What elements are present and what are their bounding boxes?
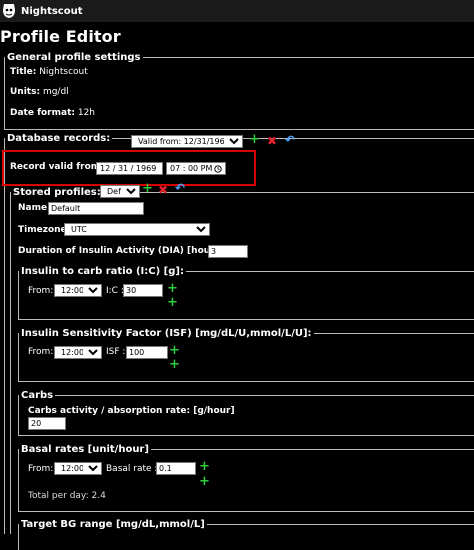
undo-record-icon[interactable]: ↶: [285, 134, 295, 146]
highlight-box: [2, 150, 256, 186]
isf-add-inline-icon[interactable]: +: [169, 344, 180, 357]
basal-legend: Basal rates [unit/hour]: [21, 444, 149, 455]
ic-value-input[interactable]: [123, 284, 163, 297]
delete-record-icon[interactable]: ✖: [267, 135, 277, 147]
ic-field-label: I:C :: [106, 286, 124, 296]
basal-add-row-icon[interactable]: +: [199, 475, 210, 488]
title-label: Title:: [10, 67, 37, 77]
isf-legend: Insulin Sensitivity Factor (ISF) [mg/dL/…: [21, 328, 312, 339]
stored-profiles-legend: Stored profiles:: [11, 187, 103, 198]
isf-from-label: From:: [28, 347, 54, 357]
carbs-rate-label: Carbs activity / absorption rate: [g/hou…: [28, 406, 235, 416]
date-format-value: 12h: [77, 108, 96, 118]
dia-input[interactable]: [208, 245, 248, 258]
stored-profiles-label: Stored profiles:: [13, 187, 101, 198]
carbs-rate-input[interactable]: [28, 417, 66, 430]
ic-from-label: From:: [28, 286, 54, 296]
delete-profile-icon[interactable]: ✖: [158, 184, 168, 196]
undo-profile-icon[interactable]: ↶: [175, 182, 185, 194]
title-value: Nightscout: [39, 67, 88, 77]
isf-field-label: ISF :: [106, 347, 126, 357]
database-records-label: Database records:: [7, 133, 111, 144]
nightscout-logo-icon: [3, 4, 15, 18]
general-settings-legend: General profile settings: [7, 52, 141, 63]
timezone-select[interactable]: UTC: [64, 223, 210, 236]
units-value: mg/dl: [42, 87, 69, 97]
date-format-label: Date format:: [10, 108, 75, 118]
basal-from-select[interactable]: 12:00 AM: [54, 462, 102, 475]
basal-field-label: Basal rate :: [106, 464, 158, 474]
basal-total: Total per day: 2.4: [28, 491, 106, 501]
carbs-legend: Carbs: [21, 390, 54, 401]
target-bg-section: Target BG range [mg/dL,mmol/L]: [18, 519, 474, 550]
dia-label: Duration of Insulin Activity (DIA) [hour…: [18, 246, 228, 256]
isf-from-select[interactable]: 12:00 AM: [54, 346, 102, 359]
profile-name-input[interactable]: [48, 202, 144, 215]
target-bg-legend: Target BG range [mg/dL,mmol/L]: [21, 519, 205, 530]
ic-add-row-icon[interactable]: +: [167, 296, 178, 309]
timezone-label: Timezone:: [18, 225, 71, 235]
database-records-select[interactable]: Valid from: 12/31/1969, 7:00:00 PM: [131, 135, 243, 148]
general-settings-section: General profile settings: [4, 52, 474, 130]
basal-section: Basal rates [unit/hour]: [18, 444, 474, 512]
app-name: Nightscout: [21, 5, 83, 17]
database-records-legend: Database records:: [5, 133, 112, 144]
ic-ratio-legend: Insulin to carb ratio (I:C) [g]:: [21, 266, 184, 277]
title-row: Title: Nightscout: [10, 67, 88, 77]
units-label: Units:: [10, 87, 41, 97]
ic-add-inline-icon[interactable]: +: [167, 282, 178, 295]
add-record-icon[interactable]: +: [249, 133, 260, 146]
basal-from-label: From:: [28, 464, 54, 474]
profile-name-label: Name:: [18, 203, 51, 213]
date-format-row: Date format: 12h: [10, 108, 95, 118]
top-bar: Nightscout: [0, 0, 474, 22]
isf-add-row-icon[interactable]: +: [169, 358, 180, 371]
stored-profiles-select[interactable]: Default: [100, 185, 140, 198]
units-row: Units: mg/dl: [10, 87, 69, 97]
basal-value-input[interactable]: [156, 462, 196, 475]
basal-add-inline-icon[interactable]: +: [199, 460, 210, 473]
ic-from-select[interactable]: 12:00 AM: [54, 284, 102, 297]
page-title: Profile Editor: [0, 27, 121, 46]
add-profile-icon[interactable]: +: [142, 182, 153, 195]
isf-value-input[interactable]: [126, 346, 168, 359]
